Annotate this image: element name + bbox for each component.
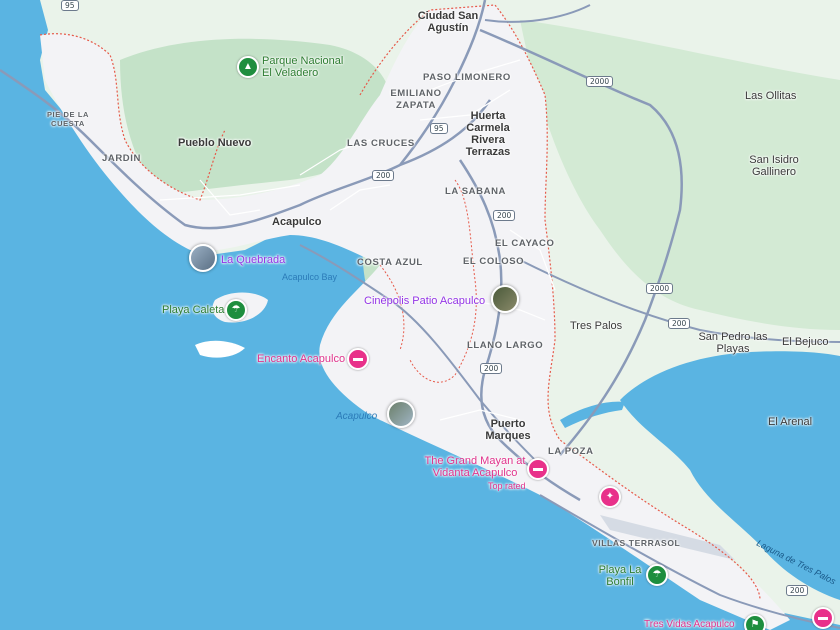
route-shield-200d: 200 bbox=[480, 363, 503, 374]
label-san-pedro-las-playas[interactable]: San Pedro las Playas bbox=[696, 331, 770, 355]
route-shield-200a: 200 bbox=[372, 170, 395, 181]
label-puerto-marques[interactable]: Puerto Marques bbox=[478, 418, 538, 442]
label-cinepolis[interactable]: Cinépolis Patio Acapulco bbox=[364, 295, 485, 307]
label-el-bejuco[interactable]: El Bejuco bbox=[782, 336, 828, 348]
cinepolis-photo[interactable] bbox=[491, 285, 519, 313]
map-canvas[interactable]: Ciudad San Agustín Parque Nacional El Ve… bbox=[0, 0, 840, 630]
tree-icon[interactable]: ▲ bbox=[237, 56, 259, 78]
label-las-cruces[interactable]: LAS CRUCES bbox=[347, 138, 415, 150]
pink-marker-icon[interactable]: ✦ bbox=[599, 486, 621, 508]
label-huerta-carmela[interactable]: Huerta Carmela Rivera Terrazas bbox=[449, 110, 527, 158]
label-ciudad-san-agustin[interactable]: Ciudad San Agustín bbox=[408, 10, 488, 34]
label-pueblo-nuevo[interactable]: Pueblo Nuevo bbox=[178, 137, 251, 149]
label-playa-caleta[interactable]: Playa Caleta bbox=[162, 304, 224, 316]
label-acapulco-water: Acapulco bbox=[336, 411, 378, 422]
label-playa-la-bonfil[interactable]: Playa La Bonfil bbox=[595, 564, 645, 588]
acapulco-photo[interactable] bbox=[387, 400, 415, 428]
label-el-coloso[interactable]: EL COLOSO bbox=[463, 256, 524, 268]
route-shield-95: 95 bbox=[61, 0, 79, 11]
label-grand-mayan[interactable]: The Grand Mayan at Vidanta Acapulco bbox=[424, 455, 526, 479]
label-tres-vidas[interactable]: Tres Vidas Acapulco bbox=[644, 619, 735, 630]
label-top-rated: Top rated bbox=[488, 481, 526, 491]
label-san-isidro-gallinero[interactable]: San Isidro Gallinero bbox=[739, 154, 809, 178]
bed-icon[interactable]: ▬ bbox=[347, 348, 369, 370]
label-la-quebrada[interactable]: La Quebrada bbox=[221, 254, 285, 266]
route-shield-200b: 200 bbox=[493, 210, 516, 221]
label-el-arenal[interactable]: El Arenal bbox=[768, 416, 812, 428]
route-shield-2000: 2000 bbox=[586, 76, 614, 87]
label-llano-largo[interactable]: LLANO LARGO bbox=[467, 340, 543, 352]
route-shield-2000b: 2000 bbox=[646, 283, 674, 294]
label-las-ollitas[interactable]: Las Ollitas bbox=[745, 90, 796, 102]
route-shield-95b: 95 bbox=[430, 123, 448, 134]
label-pie-de-la-cuesta[interactable]: PIE DE LA CUESTA bbox=[46, 110, 90, 128]
route-shield-200c: 200 bbox=[668, 318, 691, 329]
label-la-sabana[interactable]: LA SABANA bbox=[445, 186, 506, 198]
beach-umbrella-icon[interactable]: ☂ bbox=[225, 299, 247, 321]
label-paso-limonero[interactable]: PASO LIMONERO bbox=[423, 72, 511, 84]
label-jardin[interactable]: JARDIN bbox=[102, 153, 141, 165]
label-acapulco-bay: Acapulco Bay bbox=[282, 272, 338, 282]
label-el-cayaco[interactable]: EL CAYACO bbox=[495, 238, 554, 250]
la-quebrada-photo[interactable] bbox=[189, 244, 217, 272]
label-la-poza[interactable]: LA POZA bbox=[548, 446, 594, 458]
label-encanto-acapulco[interactable]: Encanto Acapulco bbox=[257, 353, 345, 365]
route-shield-200f: 200 bbox=[786, 585, 809, 596]
label-emiliano-zapata[interactable]: EMILIANO ZAPATA bbox=[385, 88, 447, 112]
label-tres-palos[interactable]: Tres Palos bbox=[570, 320, 622, 332]
label-parque-veladero[interactable]: Parque Nacional El Veladero bbox=[262, 55, 352, 79]
label-costa-azul[interactable]: COSTA AZUL bbox=[357, 257, 423, 269]
hotel-corner-icon[interactable]: ▬ bbox=[812, 607, 834, 629]
beach-icon[interactable]: ☂ bbox=[646, 564, 668, 586]
label-acapulco[interactable]: Acapulco bbox=[272, 216, 322, 228]
golf-icon[interactable]: ⚑ bbox=[744, 614, 766, 630]
label-villas-terrasol[interactable]: VILLAS TERRASOL bbox=[592, 537, 680, 549]
hotel-bed-icon[interactable]: ▬ bbox=[527, 458, 549, 480]
